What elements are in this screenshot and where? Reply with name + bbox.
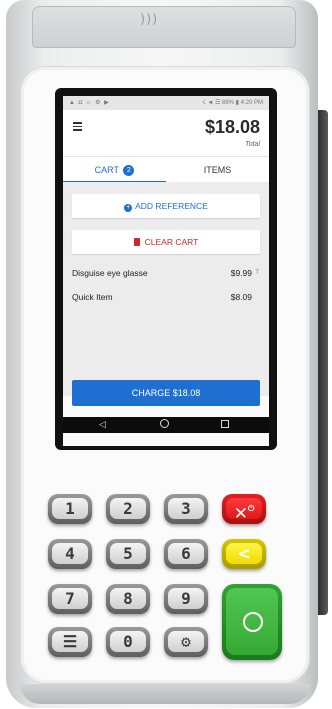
clear-cart-button[interactable]: CLEAR CART [72,230,260,254]
hamburger-menu-icon[interactable] [73,122,82,133]
pos-screen: ▲ ◘ ☼ ⚙ ▶ ☇ ◄ ☰ 88% ▮ 4:20 PM $18.08 Tot… [63,96,269,446]
tab-cart-label: CART [94,165,119,175]
key-4-label: 4 [52,543,88,564]
tab-items-label: ITEMS [203,165,232,175]
key-6[interactable]: 6 [164,539,208,569]
key-0-label: 0 [110,631,146,652]
recent-apps-icon[interactable] [221,420,229,428]
power-icon: ⏻ [247,504,255,513]
function-key[interactable]: ⚙ [164,627,208,657]
clear-cart-label: CLEAR CART [144,237,199,247]
key-3[interactable]: 3 [164,494,208,524]
tab-items[interactable]: ITEMS [166,157,269,183]
enter-key-face [226,588,278,655]
key-8[interactable]: 8 [106,584,150,614]
key-1-label: 1 [52,498,88,519]
cancel-key-face: ✕⏻ [226,498,262,524]
menu-key-icon: ☰ [52,631,88,652]
charge-button[interactable]: CHARGE $18.08 [72,380,260,406]
status-icons-left: ▲ ◘ ☼ ⚙ ▶ [69,100,110,106]
key-6-label: 6 [168,543,204,564]
key-8-label: 8 [110,588,146,609]
nfc-reader-area [32,6,296,48]
clear-key[interactable]: < [222,539,266,569]
trash-icon [133,238,140,246]
total-label: Total [245,141,260,148]
menu-key[interactable]: ☰ [48,627,92,657]
item-tax-marker: T [255,270,259,276]
key-4[interactable]: 4 [48,539,92,569]
tab-cart[interactable]: CART 2 [63,157,166,183]
cancel-x-icon: ✕ [233,504,248,524]
item-price: $8.09 [230,292,252,302]
item-price: $9.99 [230,268,252,278]
key-3-label: 3 [168,498,204,519]
key-9[interactable]: 9 [164,584,208,614]
key-1[interactable]: 1 [48,494,92,524]
cart-line-item[interactable]: Quick Item $8.09 [63,288,269,308]
gear-icon: ⚙ [168,631,204,652]
enter-circle-icon [243,612,263,632]
key-5-label: 5 [110,543,146,564]
status-icons-right: ☇ ◄ ☰ 88% ▮ 4:20 PM [202,100,263,106]
add-reference-button[interactable]: + ADD REFERENCE [72,194,260,218]
device-side-edge [318,110,328,615]
add-reference-label: ADD REFERENCE [135,201,208,211]
key-7[interactable]: 7 [48,584,92,614]
key-2-label: 2 [110,498,146,519]
cart-count-badge: 2 [123,165,135,176]
key-0[interactable]: 0 [106,627,150,657]
status-bar: ▲ ◘ ☼ ⚙ ▶ ☇ ◄ ☰ 88% ▮ 4:20 PM [63,96,269,110]
device-bottom-rim [20,684,310,704]
cancel-key[interactable]: ✕⏻ [222,494,266,524]
app-header: $18.08 Total [63,110,269,156]
cart-content: + ADD REFERENCE CLEAR CART Disguise eye g… [63,182,269,396]
item-name: Disguise eye glasse [72,268,148,278]
android-nav-bar: ◁ [63,417,269,433]
item-name: Quick Item [72,292,113,302]
back-arrow-icon: < [226,543,262,564]
key-5[interactable]: 5 [106,539,150,569]
enter-key[interactable] [222,584,282,660]
key-2[interactable]: 2 [106,494,150,524]
back-icon[interactable]: ◁ [99,419,106,430]
total-amount: $18.08 [204,117,260,137]
home-icon[interactable] [160,419,169,428]
add-circle-icon: + [124,204,133,212]
key-7-label: 7 [52,588,88,609]
tab-bar: CART 2 ITEMS [63,156,269,183]
contactless-icon: ))) [140,12,159,27]
cart-line-item[interactable]: Disguise eye glasse $9.99 T [63,264,269,284]
key-9-label: 9 [168,588,204,609]
